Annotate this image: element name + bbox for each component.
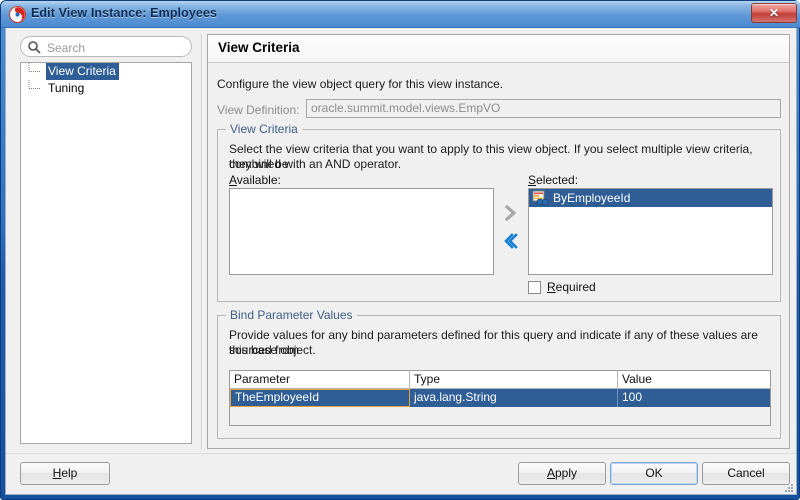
view-definition-label: View Definition: <box>217 103 300 117</box>
table-header-row: Parameter Type Value <box>230 371 770 389</box>
navigation-tree[interactable]: View Criteria Tuning <box>20 62 192 444</box>
column-header-value[interactable]: Value <box>618 371 770 389</box>
dialog-footer: Help Apply OK Cancel <box>6 453 796 494</box>
app-swirl-icon <box>9 6 26 23</box>
required-checkbox[interactable] <box>528 281 541 294</box>
tree-line-icon <box>27 63 45 80</box>
chevron-left-icon[interactable] <box>501 231 521 251</box>
intro-text: Configure the view object query for this… <box>217 77 504 91</box>
view-definition-field: oracle.summit.model.views.EmpVO <box>306 99 781 118</box>
search-box[interactable] <box>20 36 192 57</box>
panel-splitter[interactable] <box>198 34 206 449</box>
apply-label-mnemonic: A <box>546 466 555 480</box>
search-input[interactable] <box>45 39 189 57</box>
ok-button[interactable]: OK <box>610 462 698 485</box>
column-header-parameter[interactable]: Parameter <box>230 371 410 389</box>
sidebar-item-label: Tuning <box>48 81 85 95</box>
required-label-rest: equired <box>555 280 596 294</box>
content-panel: View Criteria Configure the view object … <box>207 34 790 449</box>
cancel-button[interactable]: Cancel <box>702 462 790 485</box>
table-row[interactable]: TheEmployeeId java.lang.String 100 <box>230 389 770 407</box>
apply-button[interactable]: Apply <box>518 462 606 485</box>
available-label-mnemonic: A <box>229 173 237 187</box>
group-title: View Criteria <box>226 122 302 136</box>
chevron-right-icon[interactable] <box>501 203 521 223</box>
cell-type[interactable]: java.lang.String <box>410 389 618 407</box>
page-header: View Criteria <box>208 35 789 63</box>
search-icon <box>27 40 41 54</box>
help-label-rest: elp <box>61 466 78 480</box>
group-title: Bind Parameter Values <box>226 308 357 322</box>
selected-label-rest: elected: <box>536 173 579 187</box>
bind-parameters-table[interactable]: Parameter Type Value TheEmployeeId java.… <box>229 370 771 426</box>
apply-label-rest: pply <box>555 466 578 480</box>
required-label-mnemonic: R <box>547 280 556 294</box>
sidebar: View Criteria Tuning <box>6 28 198 453</box>
tree-line-icon <box>27 80 45 97</box>
cell-value[interactable]: 100 <box>618 389 770 407</box>
list-item[interactable]: ByEmployeeId <box>529 189 772 207</box>
resize-grip[interactable] <box>782 481 794 493</box>
help-button[interactable]: Help <box>20 462 110 485</box>
required-checkbox-label: Required <box>547 280 596 294</box>
available-criteria-list[interactable] <box>229 188 494 275</box>
view-criteria-description-line2: combined with an AND operator. <box>229 157 402 171</box>
window-title: Edit View Instance: Employees <box>31 6 218 20</box>
page-title: View Criteria <box>218 40 300 55</box>
available-label: Available: <box>229 173 281 187</box>
view-criteria-group: View Criteria Select the view criteria t… <box>217 122 781 302</box>
selected-label: Selected: <box>528 173 578 187</box>
list-item-label: ByEmployeeId <box>553 191 631 205</box>
column-header-type[interactable]: Type <box>410 371 618 389</box>
dialog-client-area: View Criteria Tuning View Criteria <box>5 28 797 495</box>
available-label-rest: vailable: <box>236 173 281 187</box>
close-button[interactable]: ✕ <box>751 3 797 23</box>
dialog-window: Edit View Instance: Employees ✕ Search V… <box>0 0 800 500</box>
cell-parameter[interactable]: TheEmployeeId <box>230 389 410 407</box>
bind-parameters-description-line2: this base object. <box>229 343 316 357</box>
sidebar-item-tuning[interactable]: Tuning <box>21 80 191 97</box>
title-bar: Edit View Instance: Employees ✕ <box>1 1 800 28</box>
view-criteria-icon <box>532 190 549 206</box>
sidebar-item-label: View Criteria <box>46 63 119 80</box>
bind-parameters-group: Bind Parameter Values Provide values for… <box>217 308 781 439</box>
selected-label-mnemonic: S <box>528 173 537 187</box>
sidebar-item-view-criteria[interactable]: View Criteria <box>21 63 191 80</box>
selected-criteria-list[interactable]: ByEmployeeId <box>528 188 773 275</box>
